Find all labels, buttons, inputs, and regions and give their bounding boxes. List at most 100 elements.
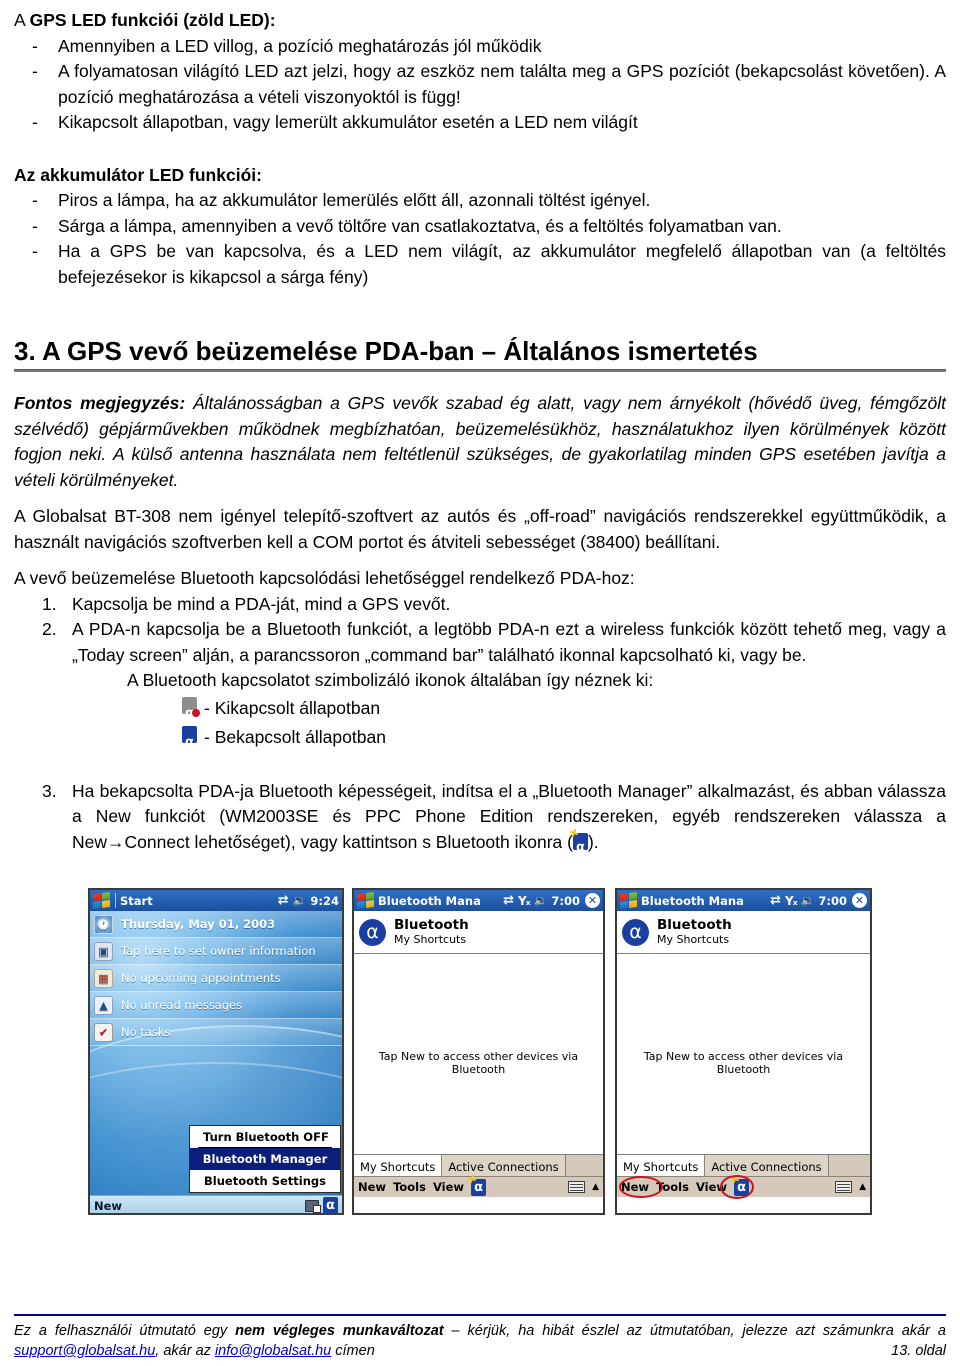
app-title: Bluetooth (394, 917, 469, 933)
tab-active-connections[interactable]: Active Connections (705, 1155, 829, 1176)
today-row-date[interactable]: 🕐 Thursday, May 01, 2003 (90, 911, 342, 938)
document-page: A GPS LED funkciói (zöld LED): - Amennyib… (0, 0, 960, 1366)
list-item: - Ha a GPS be van kapcsolva, és a LED nem… (14, 239, 946, 290)
chevron-up-icon[interactable]: ▲ (859, 1182, 866, 1192)
list-item-label: Kapcsolja be mind a PDA-ját, mind a GPS … (72, 593, 451, 614)
tools-button[interactable]: Tools (393, 1180, 426, 1194)
dash-marker: - (32, 35, 38, 56)
bluetooth-on-label: - Bekapcsolt állapotban (204, 726, 386, 747)
app-title: Bluetooth (657, 917, 732, 933)
sync-icon[interactable] (503, 893, 514, 908)
section-title: 3. A GPS vevő beüzemelése PDA-ban – Álta… (14, 336, 758, 366)
signal-off-icon[interactable] (785, 894, 797, 908)
signal-off-icon[interactable] (518, 894, 530, 908)
important-note-label: Fontos megjegyzés: (14, 393, 186, 413)
new-button[interactable]: New (94, 1199, 122, 1213)
menu-item-turn-bluetooth-off[interactable]: Turn Bluetooth OFF (198, 1126, 332, 1148)
list-item: 1. Kapcsolja be mind a PDA-ját, mind a GP… (14, 592, 946, 618)
start-button[interactable]: Start (120, 894, 153, 908)
footer-text-c: , akár az (155, 1343, 215, 1359)
footer-text: Ez a felhasználói útmutató egy nem végle… (14, 1321, 946, 1361)
app-title-block: Bluetooth My Shortcuts (394, 917, 469, 947)
new-button[interactable]: New (358, 1180, 386, 1194)
pda3-content: Tap New to access other devices via Blue… (617, 954, 870, 1155)
view-button[interactable]: View (433, 1180, 464, 1194)
pda2-app-header: ⍺ Bluetooth My Shortcuts (354, 911, 603, 954)
support-email-link[interactable]: support@globalsat.hu (14, 1343, 155, 1359)
tab-my-shortcuts[interactable]: My Shortcuts (617, 1155, 706, 1176)
today-row-messages[interactable]: ▲ No unread messages (90, 992, 342, 1019)
windows-logo-icon[interactable] (93, 891, 110, 910)
list-item-label: Piros a lámpa, ha az akkumulátor lemerül… (58, 190, 651, 210)
pda2-status-icons: 7:00 (503, 893, 580, 908)
chevron-up-icon[interactable]: ▲ (592, 1182, 599, 1192)
close-icon[interactable]: ✕ (585, 893, 600, 908)
tab-active-connections[interactable]: Active Connections (442, 1155, 566, 1176)
annotation-ring-bluetooth-icon (720, 1175, 754, 1199)
list-item: 2. A PDA-n kapcsolja be a Bluetooth funkc… (14, 617, 946, 668)
app-subtitle: My Shortcuts (657, 933, 730, 946)
calendar-icon: ▦ (94, 968, 113, 988)
dash-marker: - (32, 190, 38, 210)
today-row-tasks[interactable]: ✔ No tasks (90, 1019, 342, 1046)
list-item-label: A PDA-n kapcsolja be a Bluetooth funkció… (72, 619, 946, 665)
speaker-icon[interactable] (534, 894, 548, 907)
icon-intro-text: A Bluetooth kapcsolatot szimbolizáló iko… (127, 670, 654, 690)
divider (115, 893, 116, 908)
bluetooth-spark-icon[interactable]: ⍺ (471, 1178, 487, 1196)
menu-item-bluetooth-settings[interactable]: Bluetooth Settings (190, 1170, 340, 1192)
keyboard-icon[interactable] (835, 1181, 853, 1193)
window-title: Bluetooth Mana (378, 893, 481, 908)
clock-label[interactable]: 7:00 (551, 894, 580, 908)
bluetooth-on-icon: ⍺ (182, 725, 197, 750)
dash-marker: - (32, 241, 38, 261)
today-body: 🕐 Thursday, May 01, 2003 ▣ Tap here to s… (90, 911, 342, 1195)
clock-label[interactable]: 7:00 (818, 894, 847, 908)
pda1-tray-icons: ⍺ (305, 1197, 338, 1213)
list-item: 3. Ha bekapcsolta PDA-ja Bluetooth képess… (14, 779, 946, 856)
document-body: A GPS LED funkciói (zöld LED): - Amennyib… (14, 8, 946, 855)
pda-screenshot-row: Start 9:24 🕐 Thursday, May 01, 2003 ▣ T (0, 888, 960, 1218)
sync-icon[interactable] (770, 893, 781, 908)
tasks-icon: ✔ (94, 1022, 113, 1042)
speaker-icon[interactable] (801, 894, 815, 907)
pda3-tabs: My Shortcuts Active Connections (617, 1155, 870, 1176)
battery-led-heading: Az akkumulátor LED funkciói: (14, 164, 262, 185)
setup-step-3: 3. Ha bekapcsolta PDA-ja Bluetooth képess… (14, 779, 946, 856)
list-item: - Kikapcsolt állapotban, vagy lemerült ak… (14, 110, 946, 136)
bluetooth-off-icon: ⍺ (182, 696, 200, 721)
pda2-content: Tap New to access other devices via Blue… (354, 954, 603, 1155)
close-icon[interactable]: ✕ (852, 893, 867, 908)
keyboard-icon[interactable] (568, 1181, 586, 1193)
gps-led-heading: A GPS LED funkciói (zöld LED): (14, 8, 946, 34)
speaker-icon[interactable] (293, 894, 307, 907)
list-item: - Sárga a lámpa, amennyiben a vevő töltőr… (14, 214, 946, 240)
network-icon[interactable] (305, 1199, 321, 1213)
footer-text-d: címen (331, 1343, 375, 1359)
pda2-command-bar: New Tools View ⍺ ▲ (354, 1176, 603, 1197)
pda-screenshot-bluetooth-manager-annotated: Bluetooth Mana 7:00 ✕ ⍺ Bluetooth My Sho… (615, 888, 872, 1215)
windows-logo-icon[interactable] (620, 891, 637, 910)
annotation-ring-new (619, 1176, 663, 1198)
pda2-titlebar: Bluetooth Mana 7:00 ✕ (354, 890, 603, 911)
list-item-label: Amennyiben a LED villog, a pozíció megha… (58, 35, 542, 56)
list-item-label: A folyamatosan világító LED azt jelzi, h… (58, 61, 946, 107)
bluetooth-on-icon[interactable]: ⍺ (323, 1197, 338, 1213)
today-row-appointments[interactable]: ▦ No upcoming appointments (90, 965, 342, 992)
list-item: - Piros a lámpa, ha az akkumulátor lemerü… (14, 188, 946, 214)
footer-text-a: Ez a felhasználói útmutató egy (14, 1323, 236, 1339)
menu-item-bluetooth-manager[interactable]: Bluetooth Manager (190, 1148, 340, 1170)
tab-my-shortcuts[interactable]: My Shortcuts (354, 1155, 443, 1176)
sync-icon[interactable] (278, 893, 289, 908)
windows-logo-icon[interactable] (357, 891, 374, 910)
info-email-link[interactable]: info@globalsat.hu (215, 1343, 331, 1359)
paragraph-globalsat: A Globalsat BT-308 nem igényel telepítő-… (14, 506, 946, 552)
list-number: 3. (42, 780, 57, 801)
today-row-label: No unread messages (121, 998, 243, 1012)
list-item-label: Kikapcsolt állapotban, vagy lemerült akk… (58, 112, 638, 132)
today-row-owner[interactable]: ▣ Tap here to set owner information (90, 938, 342, 965)
pda3-app-header: ⍺ Bluetooth My Shortcuts (617, 911, 870, 954)
clock-label[interactable]: 9:24 (310, 894, 339, 908)
